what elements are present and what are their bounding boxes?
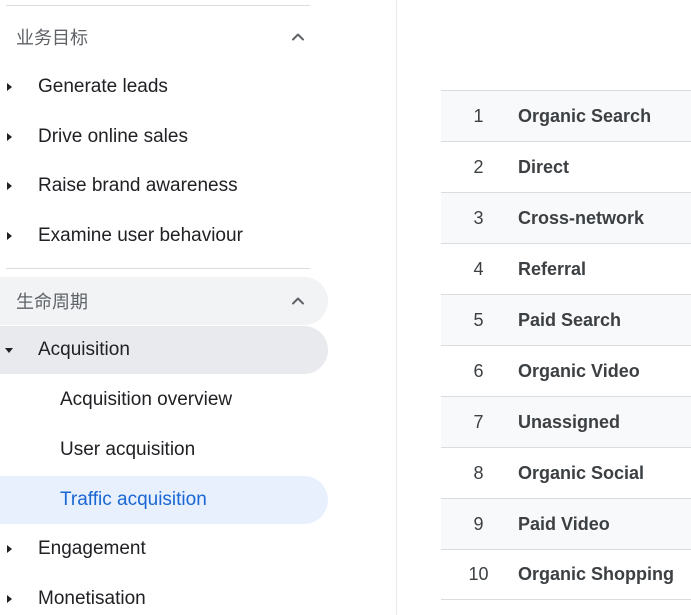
row-index: 8 <box>473 462 484 483</box>
sidebar-item-examine-user-behaviour[interactable]: Examine user behaviour <box>0 212 328 260</box>
section-header-lifecycle[interactable]: 生命周期 <box>0 277 328 325</box>
analytics-page: 业务目标 Generate leads Drive online sales R… <box>0 0 691 615</box>
sidebar-item-acquisition[interactable]: Acquisition <box>0 326 328 374</box>
row-index: 4 <box>473 258 484 279</box>
table-row[interactable]: 10 Organic Shopping <box>441 549 691 600</box>
row-label: Organic Social <box>518 462 645 483</box>
chevron-up-icon[interactable] <box>289 292 307 310</box>
caret-right-icon <box>7 545 12 553</box>
row-index: 3 <box>473 207 484 228</box>
table-row[interactable]: 3 Cross-network <box>441 192 691 243</box>
section-header-business-objectives[interactable]: 业务目标 <box>0 13 328 61</box>
row-label: Cross-network <box>518 207 645 228</box>
caret-right-icon <box>7 595 12 603</box>
sidebar-item-label: Engagement <box>38 538 146 559</box>
sidebar-item-label: Acquisition overview <box>60 389 233 410</box>
caret-right-icon <box>7 232 12 240</box>
divider <box>6 268 310 269</box>
row-label: Referral <box>518 258 587 279</box>
table-row[interactable]: 6 Organic Video <box>441 345 691 396</box>
sidebar-item-label: Examine user behaviour <box>38 225 243 246</box>
row-index: 6 <box>473 360 484 381</box>
section-title: 业务目标 <box>16 28 88 49</box>
sidebar-subitem-acquisition-overview[interactable]: Acquisition overview <box>0 376 328 424</box>
row-label: Organic Shopping <box>518 564 674 584</box>
table-row[interactable]: 8 Organic Social <box>441 447 691 498</box>
sidebar-item-drive-online-sales[interactable]: Drive online sales <box>0 113 328 161</box>
divider <box>6 5 310 6</box>
sidebar-item-monetisation[interactable]: Monetisation <box>0 575 328 615</box>
caret-down-icon <box>5 348 13 353</box>
caret-right-icon <box>7 182 12 190</box>
sidebar-subitem-user-acquisition[interactable]: User acquisition <box>0 426 328 474</box>
channel-table: 1 Organic Search 2 Direct 3 Cross-networ… <box>441 90 691 600</box>
row-index: 9 <box>473 513 484 534</box>
sidebar-item-generate-leads[interactable]: Generate leads <box>0 63 328 111</box>
table-row[interactable]: 4 Referral <box>441 243 691 294</box>
sidebar-nav: 业务目标 Generate leads Drive online sales R… <box>0 0 397 615</box>
row-label: Direct <box>518 156 570 177</box>
row-label: Organic Search <box>518 105 652 126</box>
table-row[interactable]: 2 Direct <box>441 141 691 192</box>
sidebar-subitem-traffic-acquisition[interactable]: Traffic acquisition <box>0 476 328 524</box>
sidebar-item-label: Monetisation <box>38 588 146 609</box>
table-row[interactable]: 7 Unassigned <box>441 396 691 447</box>
sidebar-item-engagement[interactable]: Engagement <box>0 525 328 573</box>
row-label: Unassigned <box>518 411 621 432</box>
caret-right-icon <box>7 133 12 141</box>
sidebar-item-label: Raise brand awareness <box>38 175 238 196</box>
table-row[interactable]: 9 Paid Video <box>441 498 691 549</box>
row-index: 10 <box>468 564 489 584</box>
sidebar-item-raise-brand-awareness[interactable]: Raise brand awareness <box>0 162 328 210</box>
row-index: 2 <box>473 156 484 177</box>
row-label: Organic Video <box>518 360 640 381</box>
table-row[interactable]: 5 Paid Search <box>441 294 691 345</box>
row-label: Paid Search <box>518 309 622 330</box>
row-index: 1 <box>473 105 484 126</box>
sidebar-item-label: Acquisition <box>38 339 130 360</box>
sidebar-item-label: Traffic acquisition <box>60 489 207 510</box>
row-index: 7 <box>473 411 484 432</box>
sidebar-item-label: User acquisition <box>60 439 196 460</box>
table-row[interactable]: 1 Organic Search <box>441 90 691 141</box>
chevron-up-icon[interactable] <box>289 28 307 46</box>
sidebar-item-label: Drive online sales <box>38 126 188 147</box>
sidebar-item-label: Generate leads <box>38 76 168 97</box>
row-label: Paid Video <box>518 513 610 534</box>
row-index: 5 <box>473 309 484 330</box>
section-title: 生命周期 <box>16 292 88 313</box>
caret-right-icon <box>7 83 12 91</box>
